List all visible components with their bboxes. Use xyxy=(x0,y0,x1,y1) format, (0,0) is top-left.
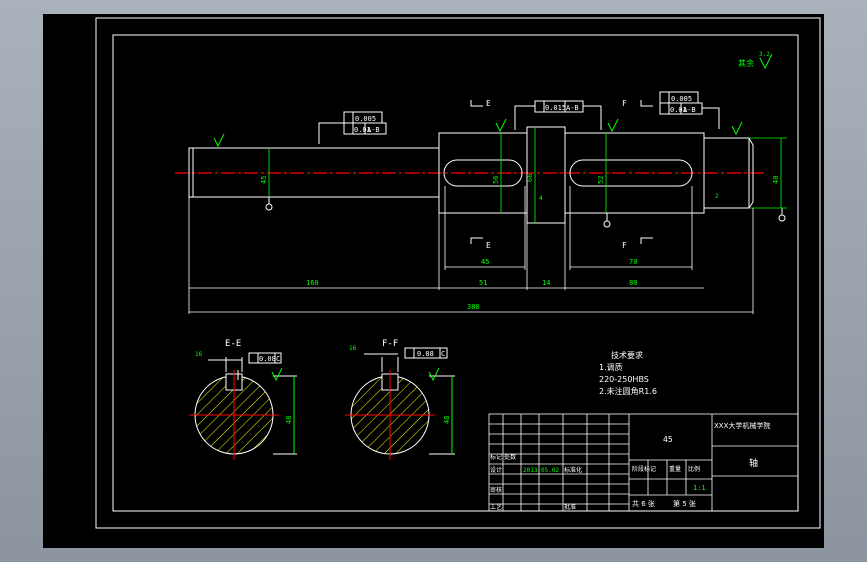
tb-stage: 阶段标记 xyxy=(632,465,656,473)
tol-left-cyl: 0.005 xyxy=(355,115,376,123)
tol-left-datum: A-B xyxy=(367,126,380,134)
tb-sheets-total: 共 6 张 xyxy=(632,499,655,508)
general-roughness-text: 其余 xyxy=(738,58,754,68)
section-e-sym-datum: C xyxy=(276,355,280,363)
tb-count: 处数 xyxy=(504,453,516,461)
general-roughness-value: 3.2 xyxy=(759,51,770,58)
dim-chamfer: 2 xyxy=(715,193,719,200)
section-e-view xyxy=(189,352,297,460)
dim-len-right: 80 xyxy=(629,279,637,287)
cut-e-top: E xyxy=(486,99,491,108)
section-e-title: E-E xyxy=(225,339,241,349)
cut-f-top: F xyxy=(622,99,627,108)
datum-c-symbol xyxy=(778,208,786,222)
tb-design: 设计 xyxy=(490,466,502,474)
dim-len-left: 160 xyxy=(306,279,319,287)
tb-review: 审核 xyxy=(490,486,502,494)
notes-line3: 2.未注圆角R1.6 xyxy=(599,386,657,396)
section-f-title: F-F xyxy=(382,339,398,349)
cad-window: 其余 3.2 0.005 0.01 A-B 0.015 A-B 0.005 0.… xyxy=(0,0,867,562)
dim-d-right: 52 xyxy=(597,176,605,184)
drawing-canvas[interactable]: 其余 3.2 0.005 0.01 A-B 0.015 A-B 0.005 0.… xyxy=(43,14,824,548)
dim-len-collar: 14 xyxy=(542,279,550,287)
dim-key-f: 70 xyxy=(629,258,637,266)
section-f-diam: 48 xyxy=(443,416,451,424)
dim-d-end: 40 xyxy=(772,176,780,184)
tb-scale-label: 比例 xyxy=(688,465,700,473)
tb-sheet-no: 第 5 张 xyxy=(673,499,696,508)
dim-d-mid: 56 xyxy=(492,176,500,184)
tb-mark: 标记 xyxy=(490,453,502,461)
shaft-outline xyxy=(188,126,754,224)
notes-line2: 220-250HBS xyxy=(599,375,649,384)
tb-date: 2013.05.02 xyxy=(523,467,560,474)
section-f-sym: 0.08 xyxy=(417,350,434,358)
section-cut-e xyxy=(470,100,483,244)
notes-line1: 1.调质 xyxy=(599,362,623,372)
section-f-key: 16 xyxy=(349,345,357,352)
dim-d-collar: 66 xyxy=(526,174,534,182)
section-e-diam: 48 xyxy=(285,416,293,424)
tol-right-cyl: 0.005 xyxy=(671,95,692,103)
tol-mid-runout: 0.015 xyxy=(545,104,566,112)
tol-mid-datum: A-B xyxy=(566,104,579,112)
tb-weight: 重量 xyxy=(669,465,681,473)
tb-approve: 批准 xyxy=(564,503,576,511)
tb-process: 工艺 xyxy=(490,503,502,511)
datum-b-symbol xyxy=(603,213,611,228)
outer-border xyxy=(95,17,821,529)
datum-a-symbol xyxy=(265,197,273,211)
dim-key-e: 45 xyxy=(481,258,489,266)
dim-shoulder: 4 xyxy=(539,195,543,202)
tol-right-datum: A-B xyxy=(683,106,696,114)
cut-e-bottom: E xyxy=(486,241,491,250)
section-f-sym-datum: C xyxy=(441,350,445,358)
tb-scale: 1:1 xyxy=(693,484,706,492)
section-e-key: 16 xyxy=(195,351,203,358)
cut-f-bottom: F xyxy=(622,241,627,250)
section-cut-f xyxy=(640,100,653,244)
tb-company: XXX大学机械学院 xyxy=(714,421,770,430)
shaft-drawing: 其余 3.2 0.005 0.01 A-B 0.015 A-B 0.005 0.… xyxy=(95,17,821,529)
dim-d-left: 45 xyxy=(260,176,268,184)
dim-len-mid: 51 xyxy=(479,279,487,287)
tb-part-name: 轴 xyxy=(749,457,758,469)
tb-material: 45 xyxy=(663,435,673,444)
length-dims xyxy=(188,186,754,314)
section-e-sym: 0.08 xyxy=(259,355,276,363)
section-f-view xyxy=(345,347,455,460)
tb-standard: 标准化 xyxy=(564,466,582,474)
notes-title: 技术要求 xyxy=(611,350,643,360)
dim-len-total: 380 xyxy=(467,303,480,311)
